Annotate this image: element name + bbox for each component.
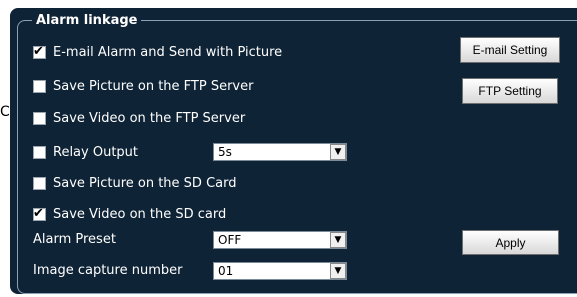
relay-output-checkbox[interactable] — [33, 145, 46, 159]
ftp-setting-button[interactable]: FTP Setting — [462, 78, 558, 104]
ftp-picture-label: Save Picture on the FTP Server — [53, 78, 254, 94]
sd-video-label: Save Video on the SD card — [53, 206, 227, 222]
option-ftp-picture[interactable]: Save Picture on the FTP Server — [33, 77, 253, 95]
ftp-video-checkbox[interactable] — [33, 111, 46, 125]
option-sd-picture[interactable]: Save Picture on the SD Card — [33, 174, 236, 192]
chevron-down-icon[interactable]: ▼ — [330, 232, 346, 248]
image-capture-label: Image capture number — [33, 263, 183, 278]
alarm-preset-select[interactable]: OFF ▼ — [213, 231, 347, 249]
option-sd-video[interactable]: ✔ Save Video on the SD card — [33, 205, 226, 223]
email-alarm-label: E-mail Alarm and Send with Picture — [53, 44, 283, 60]
chevron-down-icon[interactable]: ▼ — [330, 144, 346, 160]
check-icon: ✔ — [33, 205, 44, 221]
alarm-linkage-legend: Alarm linkage — [32, 13, 142, 29]
ftp-picture-checkbox[interactable] — [33, 79, 46, 93]
sd-video-checkbox[interactable]: ✔ — [33, 205, 46, 221]
check-icon: ✔ — [33, 43, 44, 59]
stray-text: C — [0, 104, 10, 120]
alarm-preset-label: Alarm Preset — [33, 232, 116, 247]
sd-picture-checkbox[interactable] — [33, 176, 46, 190]
option-email-alarm[interactable]: ✔ E-mail Alarm and Send with Picture — [33, 43, 282, 61]
alarm-preset-value: OFF — [218, 233, 242, 247]
ftp-video-label: Save Video on the FTP Server — [53, 110, 246, 126]
relay-output-value: 5s — [218, 145, 232, 159]
image-capture-value: 01 — [218, 264, 234, 278]
email-setting-button[interactable]: E-mail Setting — [460, 37, 560, 63]
apply-button[interactable]: Apply — [462, 230, 559, 255]
image-capture-select[interactable]: 01 ▼ — [213, 262, 347, 280]
option-ftp-video[interactable]: Save Video on the FTP Server — [33, 109, 245, 127]
relay-output-select[interactable]: 5s ▼ — [213, 143, 347, 161]
option-relay-output[interactable]: Relay Output — [33, 143, 138, 161]
relay-output-label: Relay Output — [53, 144, 139, 160]
sd-picture-label: Save Picture on the SD Card — [53, 175, 237, 191]
email-alarm-checkbox[interactable]: ✔ — [33, 43, 46, 59]
chevron-down-icon[interactable]: ▼ — [330, 263, 346, 279]
